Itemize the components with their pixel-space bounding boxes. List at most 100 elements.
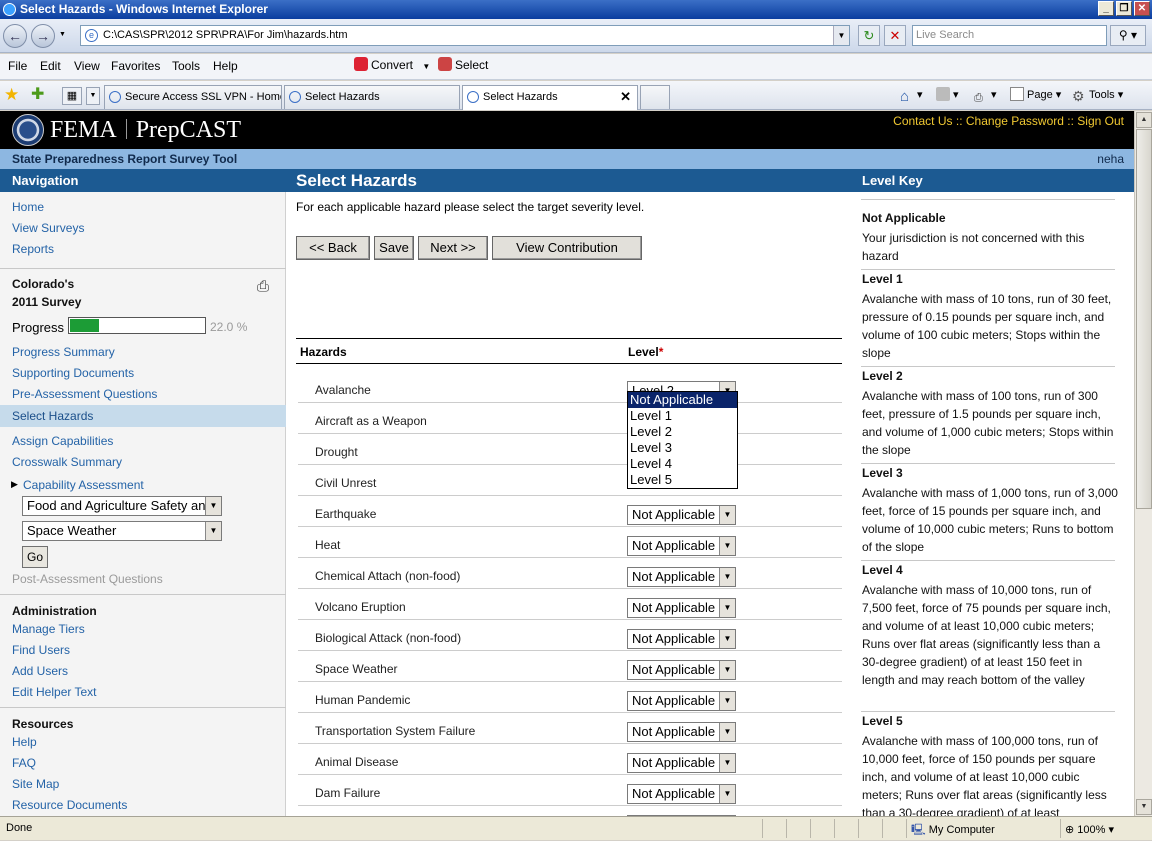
menu-edit[interactable]: Edit <box>40 59 61 73</box>
back-button[interactable]: << Back <box>296 236 370 260</box>
sidebar-item-progress-summary[interactable]: Progress Summary <box>12 345 115 359</box>
menu-help[interactable]: Help <box>213 59 238 73</box>
tab-select-hazards-1[interactable]: Select Hazards <box>284 85 460 109</box>
sidebar-item-add-users[interactable]: Add Users <box>12 664 68 678</box>
sidebar-item-edit-helper-text[interactable]: Edit Helper Text <box>12 685 97 699</box>
sidebar-item-help[interactable]: Help <box>12 735 37 749</box>
search-button[interactable]: ⚲ ▾ <box>1110 25 1146 46</box>
sidebar-item-pre-assessment[interactable]: Pre-Assessment Questions <box>12 387 157 401</box>
page-menu-button[interactable]: Page ▾ <box>1010 87 1061 103</box>
expand-triangle-icon[interactable]: ▶ <box>11 479 18 490</box>
sidebar-item-capability-assessment[interactable]: Capability Assessment <box>23 478 144 492</box>
hazard-level-select[interactable]: Not Applicable▼ <box>627 753 736 773</box>
dropdown-option[interactable]: Level 1 <box>628 408 737 424</box>
sidebar-item-select-hazards[interactable]: Select Hazards <box>12 409 93 423</box>
menu-favorites[interactable]: Favorites <box>111 59 160 73</box>
convert-button[interactable]: Convert ▼ <box>354 57 430 75</box>
page-scrollbar[interactable]: ▲ ▼ <box>1134 111 1152 816</box>
quick-tabs-icon[interactable]: ▦ <box>62 87 82 105</box>
sidebar-item-find-users[interactable]: Find Users <box>12 643 70 657</box>
search-input[interactable]: Live Search <box>912 25 1107 46</box>
close-tab-icon[interactable]: ✕ <box>620 86 631 108</box>
computer-icon: 🖳 <box>911 824 926 836</box>
sidebar-item-crosswalk-summary[interactable]: Crosswalk Summary <box>12 455 122 469</box>
sidebar-item-reports[interactable]: Reports <box>12 242 54 256</box>
progress-bar <box>68 317 206 334</box>
printer-icon[interactable]: ⎙ <box>257 278 269 295</box>
hazards-column-header: Hazards <box>300 345 347 359</box>
hazard-name: Civil Unrest <box>315 476 377 490</box>
sidebar-item-site-map[interactable]: Site Map <box>12 777 59 791</box>
hazard-level-select[interactable]: Not Applicable▼ <box>627 598 736 618</box>
address-field[interactable]: e C:\CAS\SPR\2012 SPR\PRA\For Jim\hazard… <box>80 25 850 46</box>
scroll-thumb[interactable] <box>1136 129 1152 509</box>
back-arrow-icon[interactable]: ← <box>3 24 27 48</box>
minimize-button[interactable]: _ <box>1098 1 1114 16</box>
sidebar-item-supporting-documents[interactable]: Supporting Documents <box>12 366 134 380</box>
favorites-star-icon[interactable]: ★ <box>4 86 19 104</box>
zoom-icon: ⊕ <box>1065 824 1075 836</box>
tab-list-dropdown-icon[interactable]: ▼ <box>86 87 100 105</box>
hazard-level-select[interactable]: Not Applicable▼ <box>627 505 736 525</box>
forward-arrow-icon[interactable]: → <box>31 24 55 48</box>
capability-select[interactable]: Food and Agriculture Safety an ▼ <box>22 496 222 516</box>
next-button[interactable]: Next >> <box>418 236 488 260</box>
change-password-link[interactable]: Change Password <box>966 114 1064 128</box>
tools-menu-button[interactable]: ⚙ Tools ▾ <box>1072 87 1123 104</box>
pdf-convert-icon <box>354 57 368 71</box>
home-button[interactable]: ⌂ ▾ <box>900 87 923 105</box>
sidebar-item-faq[interactable]: FAQ <box>12 756 36 770</box>
dropdown-option[interactable]: Level 4 <box>628 456 737 472</box>
menu-tools[interactable]: Tools <box>172 59 200 73</box>
sidebar-item-resource-documents[interactable]: Resource Documents <box>12 798 127 812</box>
menu-view[interactable]: View <box>74 59 100 73</box>
sidebar-item-view-surveys[interactable]: View Surveys <box>12 221 84 235</box>
scroll-up-icon[interactable]: ▲ <box>1136 112 1152 128</box>
dropdown-option[interactable]: Not Applicable <box>628 392 737 408</box>
stop-icon[interactable]: ✕ <box>884 25 906 46</box>
hazard-select[interactable]: Space Weather ▼ <box>22 521 222 541</box>
hazard-level-select[interactable]: Not Applicable▼ <box>627 660 736 680</box>
feeds-button[interactable]: ▾ <box>936 87 959 103</box>
hazard-level-select[interactable]: Not Applicable▼ <box>627 691 736 711</box>
hazard-level-select[interactable]: Not Applicable▼ <box>627 784 736 804</box>
sidebar-item-manage-tiers[interactable]: Manage Tiers <box>12 622 85 636</box>
restore-button[interactable]: ❐ <box>1116 1 1132 16</box>
level-key-item-desc: Avalanche with mass of 100,000 tons, run… <box>862 734 1107 816</box>
zone-label: My Computer <box>928 824 995 836</box>
dropdown-option[interactable]: Level 5 <box>628 472 737 488</box>
tab-secure-access[interactable]: Secure Access SSL VPN - Home <box>104 85 282 109</box>
hazard-level-value: Not Applicable <box>632 600 716 615</box>
home-icon: ⌂ <box>900 88 910 105</box>
refresh-icon[interactable]: ↻ <box>858 25 880 46</box>
hazard-level-select[interactable]: Not Applicable▼ <box>627 536 736 556</box>
close-window-button[interactable]: ✕ <box>1134 1 1150 16</box>
hazard-level-select[interactable]: Not Applicable▼ <box>627 567 736 587</box>
menu-file[interactable]: File <box>8 59 27 73</box>
level-key-panel: Not Applicable Your jurisdiction is not … <box>846 192 1134 816</box>
select-button[interactable]: Select <box>438 57 488 73</box>
contact-us-link[interactable]: Contact Us <box>893 114 952 128</box>
scroll-down-icon[interactable]: ▼ <box>1136 799 1152 815</box>
address-dropdown-icon[interactable]: ▼ <box>833 26 849 45</box>
dropdown-option[interactable]: Level 3 <box>628 440 737 456</box>
chevron-down-icon: ▼ <box>719 506 735 524</box>
zoom-control[interactable]: ⊕ 100% ▾ <box>1060 819 1150 838</box>
save-button[interactable]: Save <box>374 236 414 260</box>
print-button[interactable]: ⎙ ▾ <box>974 87 997 104</box>
history-dropdown-icon[interactable]: ▼ <box>59 31 66 38</box>
add-favorite-icon[interactable]: ✚ <box>31 86 44 104</box>
tab-select-hazards-active[interactable]: Select Hazards ✕ <box>462 85 638 110</box>
new-tab-button[interactable] <box>640 85 670 109</box>
sidebar-item-assign-capabilities[interactable]: Assign Capabilities <box>12 434 113 448</box>
go-button[interactable]: Go <box>22 546 48 568</box>
survey-name-line1: Colorado's <box>12 277 75 291</box>
sign-out-link[interactable]: Sign Out <box>1077 114 1124 128</box>
hazard-level-select[interactable]: Not Applicable▼ <box>627 629 736 649</box>
hazard-level-select[interactable]: Not Applicable▼ <box>627 722 736 742</box>
tools-menu-label: Tools <box>1089 89 1115 101</box>
sidebar-item-home[interactable]: Home <box>12 200 44 214</box>
level-dropdown-list[interactable]: Not Applicable Level 1 Level 2 Level 3 Level… <box>627 391 738 489</box>
view-contribution-button[interactable]: View Contribution <box>492 236 642 260</box>
dropdown-option[interactable]: Level 2 <box>628 424 737 440</box>
